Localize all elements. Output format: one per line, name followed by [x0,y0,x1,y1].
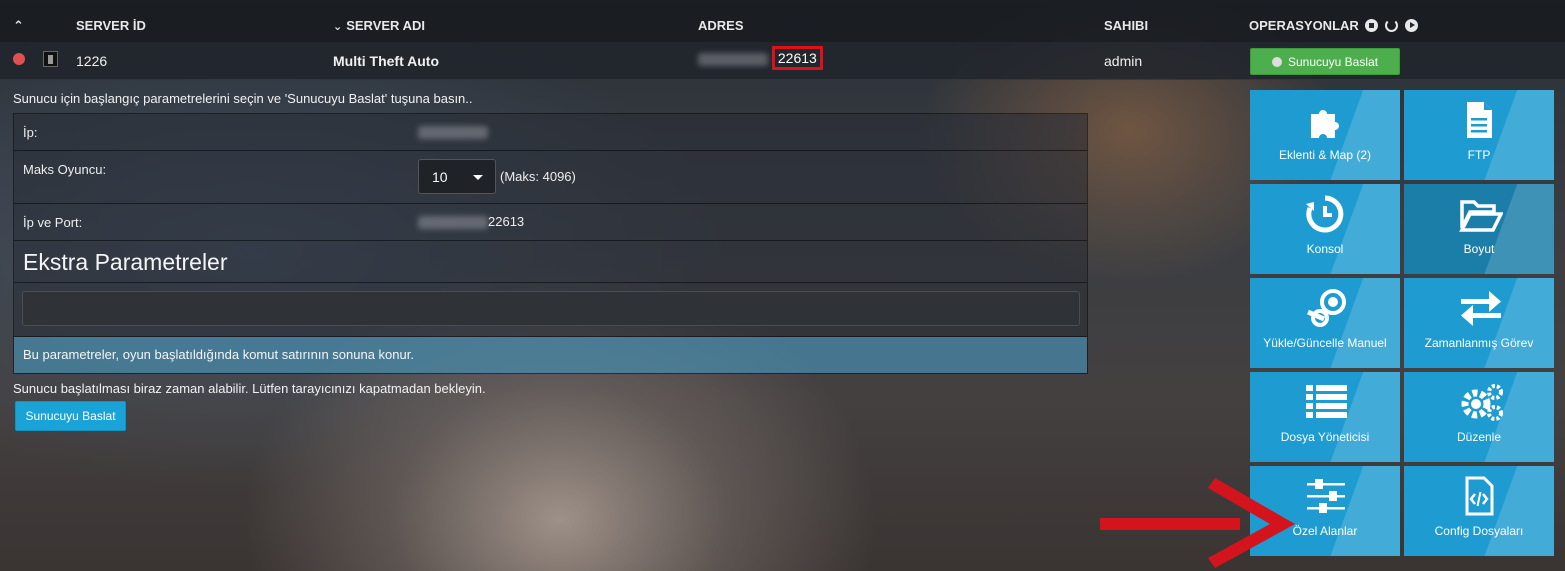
annotation-arrow-icon [1100,478,1295,568]
max-players-label: Maks Oyuncu: [23,162,107,177]
tile-scheduled-task[interactable]: Zamanlanmış Görev [1404,278,1554,368]
server-address: 22613 [698,46,823,70]
header-adres: ADRES [698,18,744,33]
tile-label: Config Dosyaları [1434,524,1524,538]
ip-value [418,124,488,140]
ip-port-value: 22613 [418,214,525,230]
server-row[interactable]: 1226 Multi Theft Auto 22613 admin Sunucu… [0,42,1565,80]
param-row-max-players: Maks Oyuncu: 10 (Maks: 4096) [14,151,1087,204]
header-server-adi[interactable]: ⌄ SERVER ADI [333,18,425,33]
tile-label: Zamanlanmış Görev [1424,336,1534,350]
ip-port-port: 22613 [488,214,525,229]
redacted-ip [698,52,768,66]
params-table: İp: Maks Oyuncu: 10 (Maks: 4096) İp ve P… [13,113,1088,374]
server-id: 1226 [76,53,108,69]
tile-config-files[interactable]: Config Dosyaları [1404,466,1554,556]
param-row-extra-title: Ekstra Parametreler [14,241,1087,283]
tile-label: FTP [1467,148,1491,162]
sort-chevron-icon: ⌄ [333,21,343,33]
header-operasyonlar-label: OPERASYONLAR [1249,18,1359,33]
extra-params-title: Ekstra Parametreler [23,249,228,275]
param-row-extra-input [14,283,1087,337]
ip-label: İp: [23,125,38,140]
redacted-ip [418,216,488,230]
tile-label: Eklenti & Map (2) [1278,148,1372,162]
intro-text: Sunucu için başlangıç parametrelerini se… [13,91,473,106]
header-server-id[interactable]: SERVER İD [76,18,146,33]
restart-all-icon[interactable] [1385,19,1399,32]
server-owner: admin [1104,53,1143,69]
status-offline-icon [13,53,25,65]
tile-label: Boyut [1463,242,1495,256]
param-row-help: Bu parametreler, oyun başlatıldığında ko… [14,337,1087,373]
tile-size[interactable]: Boyut [1404,184,1554,274]
start-note: Sunucu başlatılması biraz zaman alabilir… [13,381,486,396]
server-port: 22613 [771,46,823,70]
param-row-ip-port: İp ve Port: 22613 [14,204,1087,241]
max-players-limit: (Maks: 4096) [500,169,576,184]
tile-edit[interactable]: Düzenle [1404,372,1554,462]
tile-label: Dosya Yöneticisi [1280,430,1370,444]
power-bulb-icon [1271,56,1282,67]
file-icon [1467,102,1492,138]
ip-port-label: İp ve Port: [23,215,83,230]
folder-open-icon [1459,200,1503,232]
tile-file-manager[interactable]: Dosya Yöneticisi [1250,372,1400,462]
extra-params-help: Bu parametreler, oyun başlatıldığında ko… [23,347,414,362]
max-players-value: 10 [432,169,448,185]
start-server-button[interactable]: Sunucuyu Baslat [1250,48,1400,75]
redacted-ip [418,126,488,140]
steam-icon [1306,289,1346,327]
stop-all-icon[interactable] [1365,19,1379,32]
gears-icon [1461,384,1503,421]
puzzle-icon [1311,110,1339,138]
tile-console[interactable]: Konsol [1250,184,1400,274]
start-server-submit-button[interactable]: Sunucuyu Baslat [15,401,126,431]
header-sahibi: SAHIBI [1104,18,1149,33]
code-file-icon [1465,476,1494,516]
list-icon [1306,385,1347,418]
tile-label: Yükle/Güncelle Manuel [1263,336,1387,350]
exchange-icon [1461,291,1501,326]
max-players-select[interactable]: 10 [418,159,496,194]
history-icon [1306,195,1344,233]
tile-label: Düzenle [1456,430,1502,444]
tile-plugins-maps[interactable]: Eklenti & Map (2) [1250,90,1400,180]
collapse-chevron-icon[interactable]: ⌃ [13,18,24,34]
server-name[interactable]: Multi Theft Auto [333,53,439,69]
caret-down-icon [473,175,483,180]
table-header: ⌃ SERVER İD ⌄ SERVER ADI ADRES SAHIBI OPE… [0,0,1565,42]
header-server-adi-label: SERVER ADI [346,18,425,33]
mta-game-icon [43,51,58,67]
tile-label: Konsol [1306,242,1344,256]
tile-ftp[interactable]: FTP [1404,90,1554,180]
param-row-ip: İp: [14,114,1087,151]
header-operasyonlar: OPERASYONLAR [1249,18,1418,33]
tile-update-manual[interactable]: Yükle/Güncelle Manuel [1250,278,1400,368]
start-all-icon[interactable] [1404,19,1418,32]
start-server-label: Sunucuyu Baslat [1287,54,1379,69]
sliders-icon [1307,479,1345,513]
extra-params-input[interactable] [22,291,1080,326]
